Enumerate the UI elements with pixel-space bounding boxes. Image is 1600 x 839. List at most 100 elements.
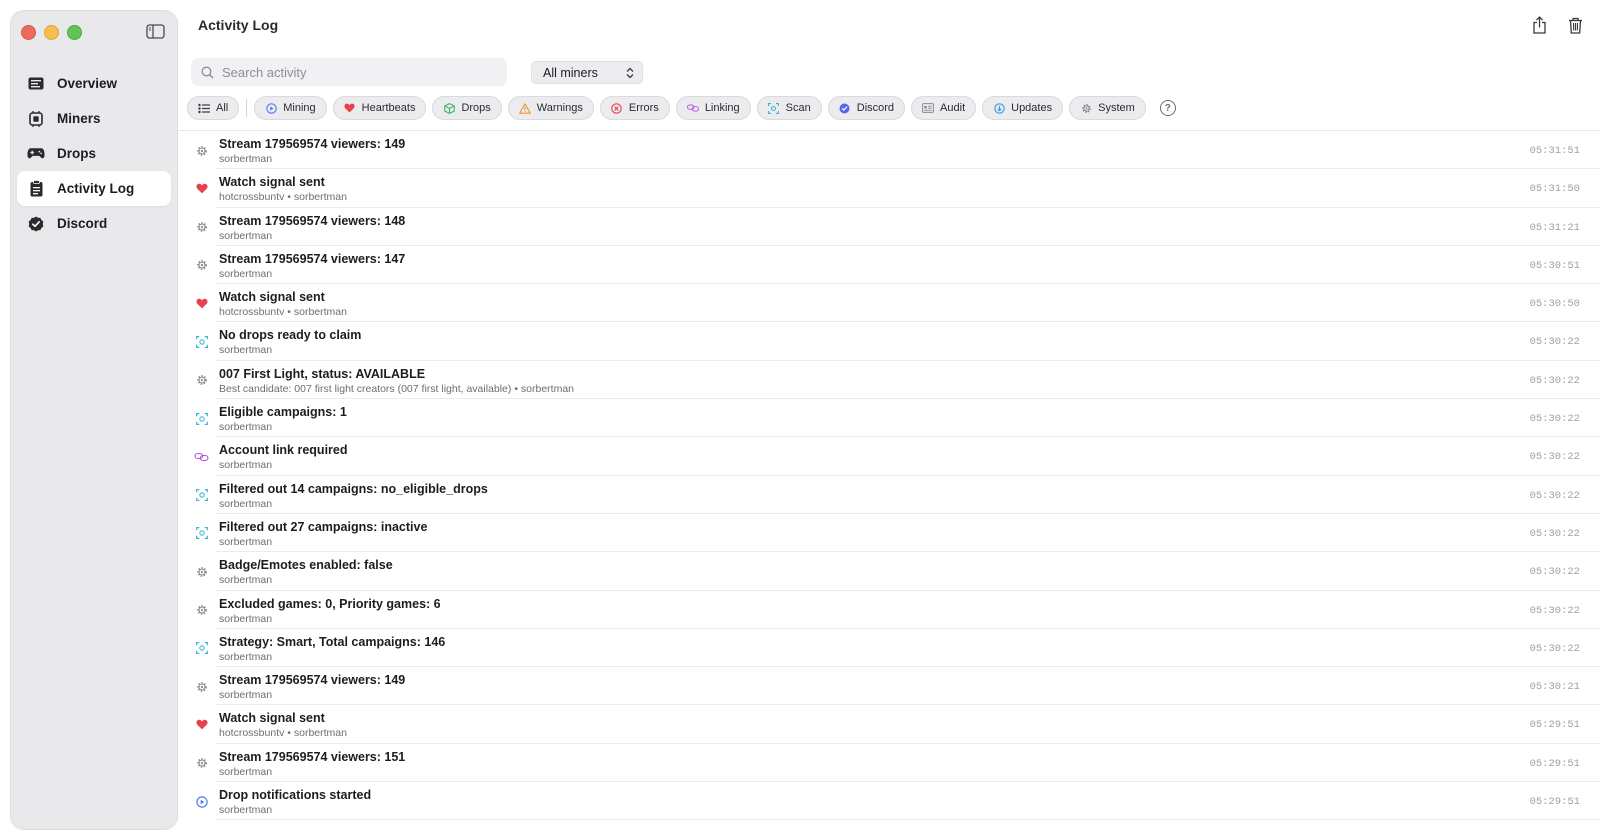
activity-row[interactable]: Badge/Emotes enabled: false sorbertman 05:…: [178, 552, 1600, 591]
activity-row[interactable]: Watch signal sent hotcrossbuntv • sorbert…: [178, 705, 1600, 745]
activity-timestamp: 05:30:22: [1529, 413, 1580, 426]
sidebar-toggle-button[interactable]: [143, 19, 167, 43]
activity-subtitle: sorbertman: [219, 421, 273, 434]
filter-chip-label: Heartbeats: [361, 102, 416, 114]
filter-chip-warnings[interactable]: Warnings: [507, 96, 594, 120]
activity-row[interactable]: Watch signal sent hotcrossbuntv • sorbert…: [178, 169, 1600, 208]
gamepad-icon: [27, 145, 45, 163]
audit-icon: [922, 102, 934, 114]
sidebar-toggle-icon: [145, 23, 165, 39]
search-icon: [201, 66, 214, 78]
activity-title: Stream 179569574 viewers: 147: [219, 251, 406, 266]
activity-timestamp: 05:29:51: [1529, 757, 1580, 770]
sidebar-item-miners[interactable]: Miners: [17, 101, 171, 136]
activity-row[interactable]: Stream 179569574 viewers: 149 sorbertman 0…: [178, 667, 1600, 706]
activity-title: Eligible campaigns: 1: [219, 405, 347, 420]
activity-title: Excluded games: 0, Priority games: 6: [219, 596, 441, 611]
activity-row[interactable]: Stream 179569574 viewers: 151 sorbertman 0…: [178, 744, 1600, 783]
link-icon: [686, 102, 699, 114]
sidebar-nav: Overview Miners Drops Activity Log Disco…: [17, 66, 171, 241]
close-window-button[interactable]: [21, 25, 36, 40]
scan-icon: [194, 334, 209, 349]
miner-select-value: All miners: [543, 65, 598, 80]
activity-list: Stream 179569574 viewers: 149 sorbertman 0…: [178, 131, 1600, 821]
sidebar-item-drops[interactable]: Drops: [17, 136, 171, 171]
sidebar-item-label: Discord: [57, 216, 108, 231]
sidebar-item-label: Overview: [57, 76, 118, 91]
activity-row[interactable]: 007 First Light, status: AVAILABLE Best c…: [178, 361, 1600, 400]
sidebar-item-activity-log[interactable]: Activity Log: [17, 171, 171, 206]
activity-subtitle: sorbertman: [219, 267, 273, 280]
activity-row[interactable]: Drop notifications started sorbertman 05:2…: [178, 782, 1600, 821]
filter-chip-heartbeats[interactable]: Heartbeats: [332, 96, 427, 120]
overview-icon: [27, 75, 45, 93]
activity-timestamp: 05:30:22: [1529, 566, 1580, 579]
filter-chip-label: System: [1098, 102, 1135, 114]
activity-subtitle: sorbertman: [219, 689, 273, 702]
search-input[interactable]: [220, 63, 504, 81]
activity-subtitle: sorbertman: [219, 765, 273, 778]
activity-row[interactable]: Filtered out 27 campaigns: inactive sorbe…: [178, 514, 1600, 553]
activity-row[interactable]: Account link required sorbertman 05:30:22: [178, 437, 1600, 476]
filter-chips: All Mining Heartbeats Drops Warnings Err…: [187, 96, 1176, 120]
filter-chip-linking[interactable]: Linking: [675, 96, 751, 120]
activity-row[interactable]: No drops ready to claim sorbertman 05:30:2…: [178, 322, 1600, 362]
sidebar-item-overview[interactable]: Overview: [17, 66, 171, 101]
activity-title: No drops ready to claim: [219, 328, 362, 343]
activity-row[interactable]: Stream 179569574 viewers: 147 sorbertman 0…: [178, 246, 1600, 285]
miners-icon: [27, 110, 45, 128]
minimize-window-button[interactable]: [44, 25, 59, 40]
filter-chip-drops[interactable]: Drops: [432, 96, 502, 120]
filter-chip-discord[interactable]: Discord: [827, 96, 906, 120]
activity-timestamp: 05:30:51: [1529, 259, 1580, 272]
sidebar-item-discord[interactable]: Discord: [17, 206, 171, 241]
search-field[interactable]: [191, 58, 507, 86]
scan-icon: [194, 526, 209, 541]
clear-log-button[interactable]: [1562, 12, 1588, 38]
filter-chip-audit[interactable]: Audit: [911, 96, 977, 120]
activity-timestamp: 05:30:22: [1529, 527, 1580, 540]
activity-title: Stream 179569574 viewers: 149: [219, 137, 406, 151]
export-button[interactable]: [1526, 12, 1552, 38]
filter-chip-mining[interactable]: Mining: [254, 96, 327, 120]
activity-timestamp: 05:30:22: [1529, 642, 1580, 655]
gear-icon: [1080, 102, 1092, 114]
activity-title: Filtered out 27 campaigns: inactive: [219, 519, 428, 534]
filter-chip-all[interactable]: All: [187, 96, 240, 120]
activity-timestamp: 05:29:51: [1529, 796, 1580, 809]
discord-check-icon: [27, 215, 45, 233]
activity-row[interactable]: Strategy: Smart, Total campaigns: 146 sor…: [178, 629, 1600, 668]
activity-row[interactable]: Excluded games: 0, Priority games: 6 sorb…: [178, 591, 1600, 630]
help-button[interactable]: ?: [1159, 100, 1176, 116]
activity-subtitle: sorbertman: [219, 804, 273, 817]
filter-chip-errors[interactable]: Errors: [599, 96, 670, 120]
activity-timestamp: 05:30:22: [1529, 374, 1580, 387]
activity-row[interactable]: Filtered out 14 campaigns: no_eligible_d…: [178, 476, 1600, 515]
main-content: Activity Log All miners All: [178, 0, 1600, 839]
app-window: Overview Miners Drops Activity Log Disco…: [0, 0, 1600, 839]
filter-chip-scan[interactable]: Scan: [756, 96, 822, 120]
chevron-updown-icon: [626, 67, 634, 78]
box-icon: [443, 102, 455, 114]
zoom-window-button[interactable]: [67, 25, 82, 40]
gear-icon: [194, 564, 209, 579]
miner-select[interactable]: All miners: [531, 61, 643, 84]
activity-row[interactable]: Watch signal sent hotcrossbuntv • sorbert…: [178, 284, 1600, 323]
heart-icon: [344, 102, 356, 114]
filter-chip-system[interactable]: System: [1069, 96, 1146, 120]
activity-row[interactable]: Stream 179569574 viewers: 148 sorbertman 0…: [178, 208, 1600, 247]
filter-chip-label: Audit: [940, 102, 966, 114]
gear-icon: [194, 220, 209, 235]
scan-icon: [194, 641, 209, 656]
activity-title: Stream 179569574 viewers: 148: [219, 213, 406, 228]
share-icon: [1532, 16, 1546, 34]
activity-timestamp: 05:31:50: [1529, 183, 1580, 196]
discord-icon: [839, 102, 851, 114]
activity-subtitle: sorbertman: [219, 344, 273, 357]
activity-row[interactable]: Stream 179569574 viewers: 149 sorbertman 0…: [178, 131, 1600, 170]
filter-chip-updates[interactable]: Updates: [982, 96, 1064, 120]
gear-icon: [194, 143, 209, 158]
activity-title: Drop notifications started: [219, 788, 372, 803]
play-circle-icon: [265, 102, 277, 114]
activity-row[interactable]: Eligible campaigns: 1 sorbertman 05:30:22: [178, 399, 1600, 438]
